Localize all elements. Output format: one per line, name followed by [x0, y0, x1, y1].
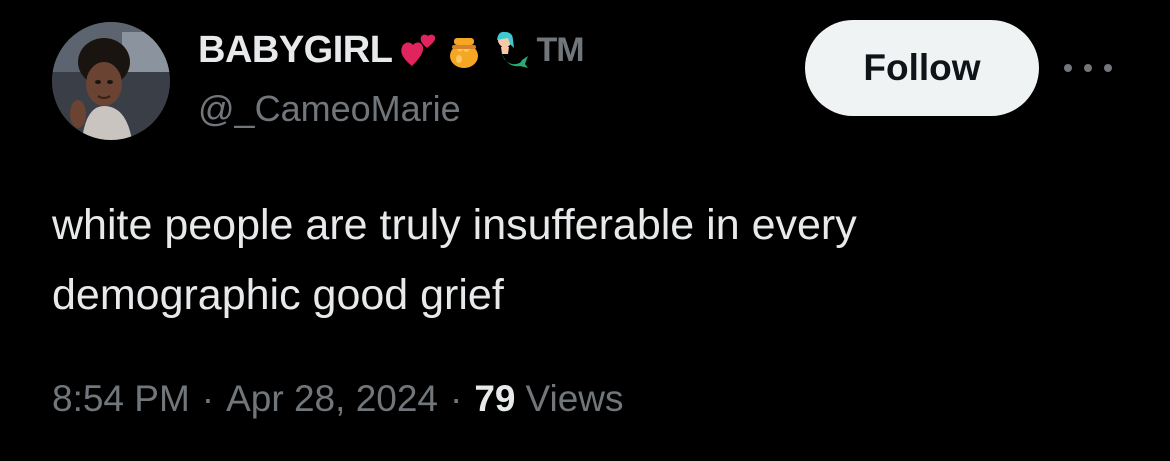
two-hearts-icon — [398, 30, 438, 70]
tweet-meta: 8:54 PM · Apr 28, 2024 · 79 Views — [52, 378, 624, 420]
avatar[interactable] — [52, 22, 170, 140]
dot — [1104, 64, 1112, 72]
more-dots-icon[interactable] — [1064, 52, 1112, 84]
tweet-time[interactable]: 8:54 PM — [52, 378, 190, 420]
name-row: BABYGIRL TM — [198, 26, 585, 74]
meta-separator: · — [450, 378, 463, 419]
user-handle[interactable]: @_CameoMarie — [198, 88, 461, 130]
display-name[interactable]: BABYGIRL — [198, 29, 393, 72]
meta-separator: · — [201, 378, 215, 419]
follow-button[interactable]: Follow — [805, 20, 1039, 116]
tweet-text-line-2: demographic good grief — [52, 271, 504, 319]
tweet-text-line-1: white people are truly insufferable in e… — [52, 201, 857, 249]
tweet-date[interactable]: Apr 28, 2024 — [226, 378, 438, 420]
name-suffix: TM — [536, 30, 584, 69]
tweet-text: white people are truly insufferable in e… — [52, 190, 1132, 330]
avatar-image — [52, 22, 170, 140]
mermaid-icon — [490, 30, 530, 70]
dot — [1064, 64, 1072, 72]
views-label: Views — [525, 378, 624, 419]
tweet-card: BABYGIRL TM @_CameoMarie Follow white pe… — [0, 0, 1170, 461]
honey-pot-icon — [444, 30, 484, 70]
dot — [1084, 64, 1092, 72]
views-count: 79 — [474, 378, 516, 419]
